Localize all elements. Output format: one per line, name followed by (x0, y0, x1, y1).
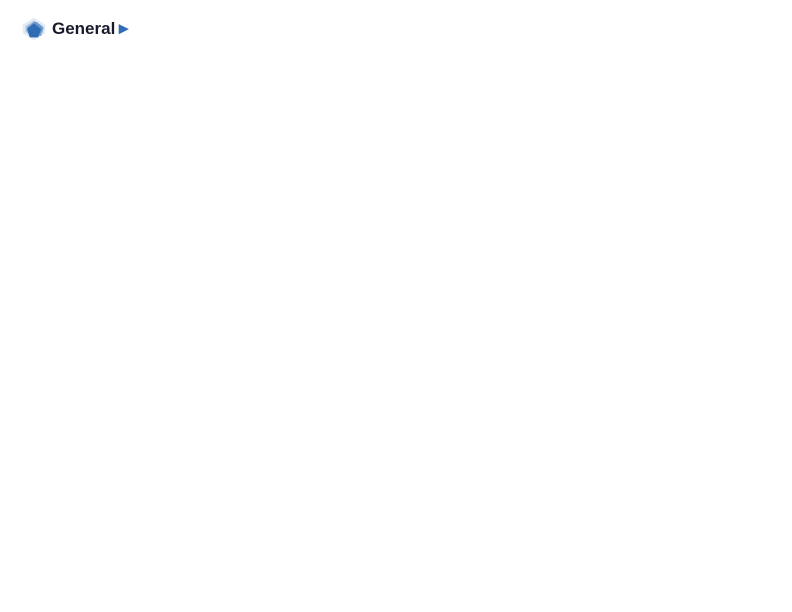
logo-text: General► (52, 20, 132, 39)
header: General► (20, 15, 772, 43)
calendar-body (20, 51, 772, 602)
calendar (20, 51, 772, 602)
page: General► (0, 0, 792, 612)
logo-icon (20, 15, 48, 43)
logo: General► (20, 15, 132, 43)
